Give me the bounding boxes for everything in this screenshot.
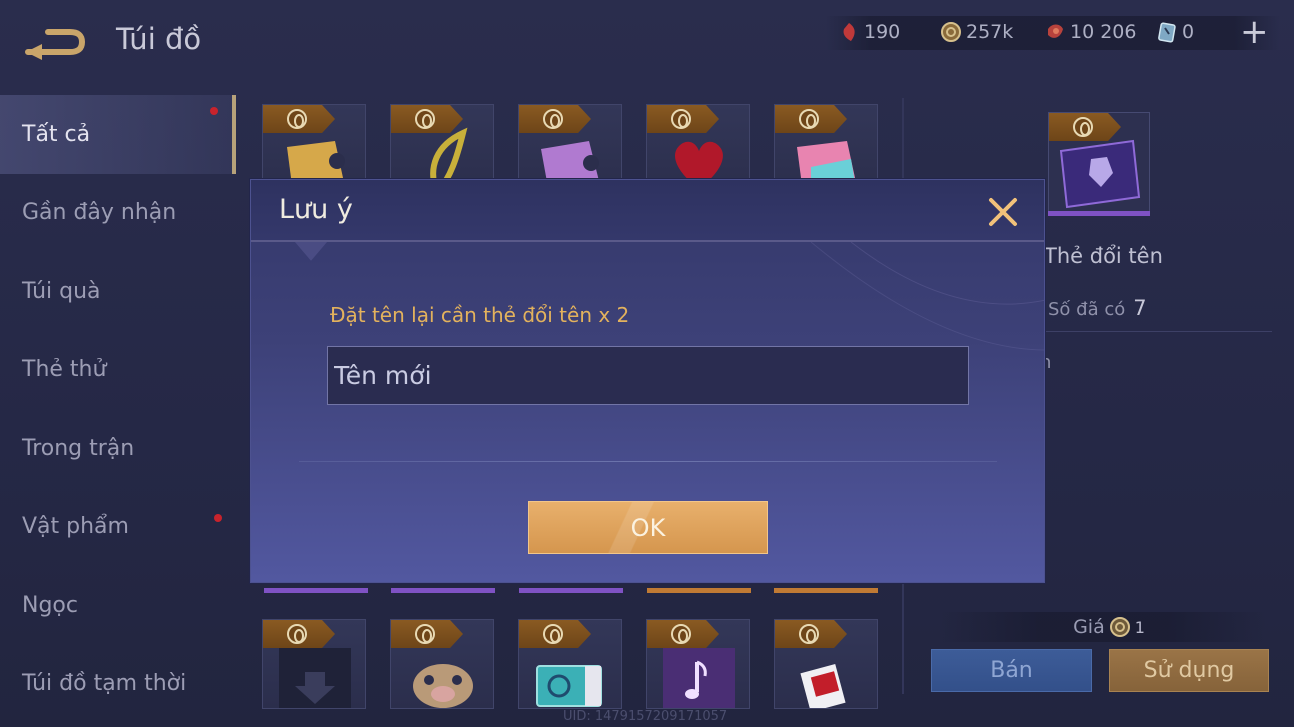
voucher-icon	[1048, 24, 1063, 38]
notification-dot	[214, 513, 222, 522]
item-name: Thẻ đổi tên	[1044, 244, 1163, 268]
coin-icon	[287, 109, 307, 129]
currency-bar: 190 257k 10 206 0	[826, 16, 1280, 50]
currency-voucher-value: 10 206	[1070, 21, 1137, 43]
coin-icon	[415, 109, 435, 129]
sidebar-item-in-match[interactable]: Trong trận	[0, 409, 236, 488]
coin-icon	[671, 624, 691, 644]
currency-card: 0	[1156, 21, 1194, 43]
coin-icon	[799, 109, 819, 129]
price-label: Giá	[1073, 616, 1105, 638]
sidebar-item-label: Ngọc	[22, 592, 78, 618]
sidebar-item-trial-cards[interactable]: Thẻ thử	[0, 331, 236, 410]
coin-icon	[799, 624, 819, 644]
item-slot[interactable]	[262, 619, 366, 709]
coin-icon	[543, 624, 563, 644]
ok-button[interactable]: OK	[528, 501, 768, 554]
item-slot[interactable]	[774, 619, 878, 709]
currency-card-value: 0	[1182, 21, 1195, 43]
item-slot[interactable]	[390, 619, 494, 709]
rarity-bar	[774, 588, 878, 593]
back-arrow-icon[interactable]	[20, 22, 90, 62]
sidebar-item-label: Thẻ thử	[22, 357, 107, 383]
price-tag	[1049, 113, 1121, 141]
new-name-input[interactable]	[327, 346, 969, 405]
coin-icon	[1073, 117, 1093, 137]
sidebar-item-label: Gần đây nhận	[22, 200, 177, 226]
rarity-bar	[391, 588, 495, 593]
rename-card-icon	[1059, 139, 1141, 209]
sidebar-item-label: Vật phẩm	[22, 514, 129, 540]
page-title: Túi đồ	[116, 22, 202, 56]
card-icon	[1158, 22, 1176, 43]
sidebar-item-label: Túi quà	[22, 278, 101, 304]
user-id: UID: 1479157209171057	[563, 709, 728, 724]
gold-coin-icon	[1109, 617, 1130, 637]
sidebar-item-temp-bag[interactable]: Túi đồ tạm thời	[0, 645, 236, 724]
price-tag	[263, 105, 335, 133]
currency-ruby-value: 190	[864, 21, 901, 43]
coin-icon	[671, 109, 691, 129]
sidebar-item-all[interactable]: Tất cả	[0, 95, 236, 174]
notification-dot	[210, 107, 218, 115]
coin-icon	[415, 624, 435, 644]
currency-gold: 257k	[940, 21, 1013, 43]
rarity-bar	[264, 588, 368, 593]
owned-label: Số đã có	[1048, 299, 1126, 320]
price-tag	[263, 620, 335, 648]
add-currency-button[interactable]: +	[1240, 15, 1269, 49]
currency-ruby: 190	[838, 21, 900, 43]
price-tag	[519, 105, 591, 133]
close-icon[interactable]	[987, 196, 1019, 228]
price-tag	[647, 105, 719, 133]
sidebar-item-gift-bags[interactable]: Túi quà	[0, 252, 236, 331]
use-button[interactable]: Sử dụng	[1109, 649, 1269, 692]
price-tag	[391, 620, 463, 648]
rarity-bar	[647, 588, 751, 593]
dialog-title: Lưu ý	[279, 194, 353, 225]
price-tag	[519, 620, 591, 648]
sidebar-item-items[interactable]: Vật phẩm	[0, 488, 236, 567]
price-tag	[775, 620, 847, 648]
rarity-bar	[519, 588, 623, 593]
item-preview	[1048, 112, 1150, 212]
sidebar-item-gems[interactable]: Ngọc	[0, 566, 236, 645]
category-sidebar: Tất cả Gần đây nhận Túi quà Thẻ thử Tron…	[0, 95, 236, 723]
owned-count: Số đã có 7	[1048, 296, 1147, 320]
currency-gold-value: 257k	[966, 21, 1014, 43]
price-row: Giá 1	[940, 612, 1266, 642]
price-tag	[647, 620, 719, 648]
dialog-header: Lưu ý	[251, 180, 1044, 242]
sidebar-item-label: Túi đồ tạm thời	[22, 671, 187, 697]
boar-mask-icon	[413, 664, 473, 708]
sell-button[interactable]: Bán	[931, 649, 1092, 692]
ruby-icon	[843, 23, 855, 41]
item-slot[interactable]	[646, 619, 750, 709]
rename-dialog: Lưu ý Đặt tên lại cần thẻ đổi tên x 2 OK	[250, 179, 1045, 583]
ok-button-label: OK	[630, 513, 666, 542]
owned-value: 7	[1133, 296, 1147, 320]
sidebar-item-label: Trong trận	[22, 435, 135, 461]
item-slot[interactable]	[518, 619, 622, 709]
music-note-icon	[663, 648, 735, 708]
currency-voucher: 10 206	[1044, 21, 1136, 43]
gold-coin-icon	[941, 22, 961, 42]
detail-divider	[1044, 331, 1272, 332]
coin-icon	[287, 624, 307, 644]
rarity-bar	[1048, 211, 1150, 216]
ticket-icon	[536, 665, 602, 707]
price-tag	[391, 105, 463, 133]
coin-icon	[543, 109, 563, 129]
price-value: 1	[1134, 617, 1145, 637]
download-arrow-icon	[279, 648, 351, 708]
sidebar-item-recent[interactable]: Gần đây nhận	[0, 174, 236, 253]
red-card-icon	[800, 664, 846, 708]
dialog-divider	[299, 461, 997, 462]
sidebar-item-label: Tất cả	[22, 121, 91, 147]
dialog-message: Đặt tên lại cần thẻ đổi tên x 2	[330, 303, 630, 327]
price-tag	[775, 105, 847, 133]
